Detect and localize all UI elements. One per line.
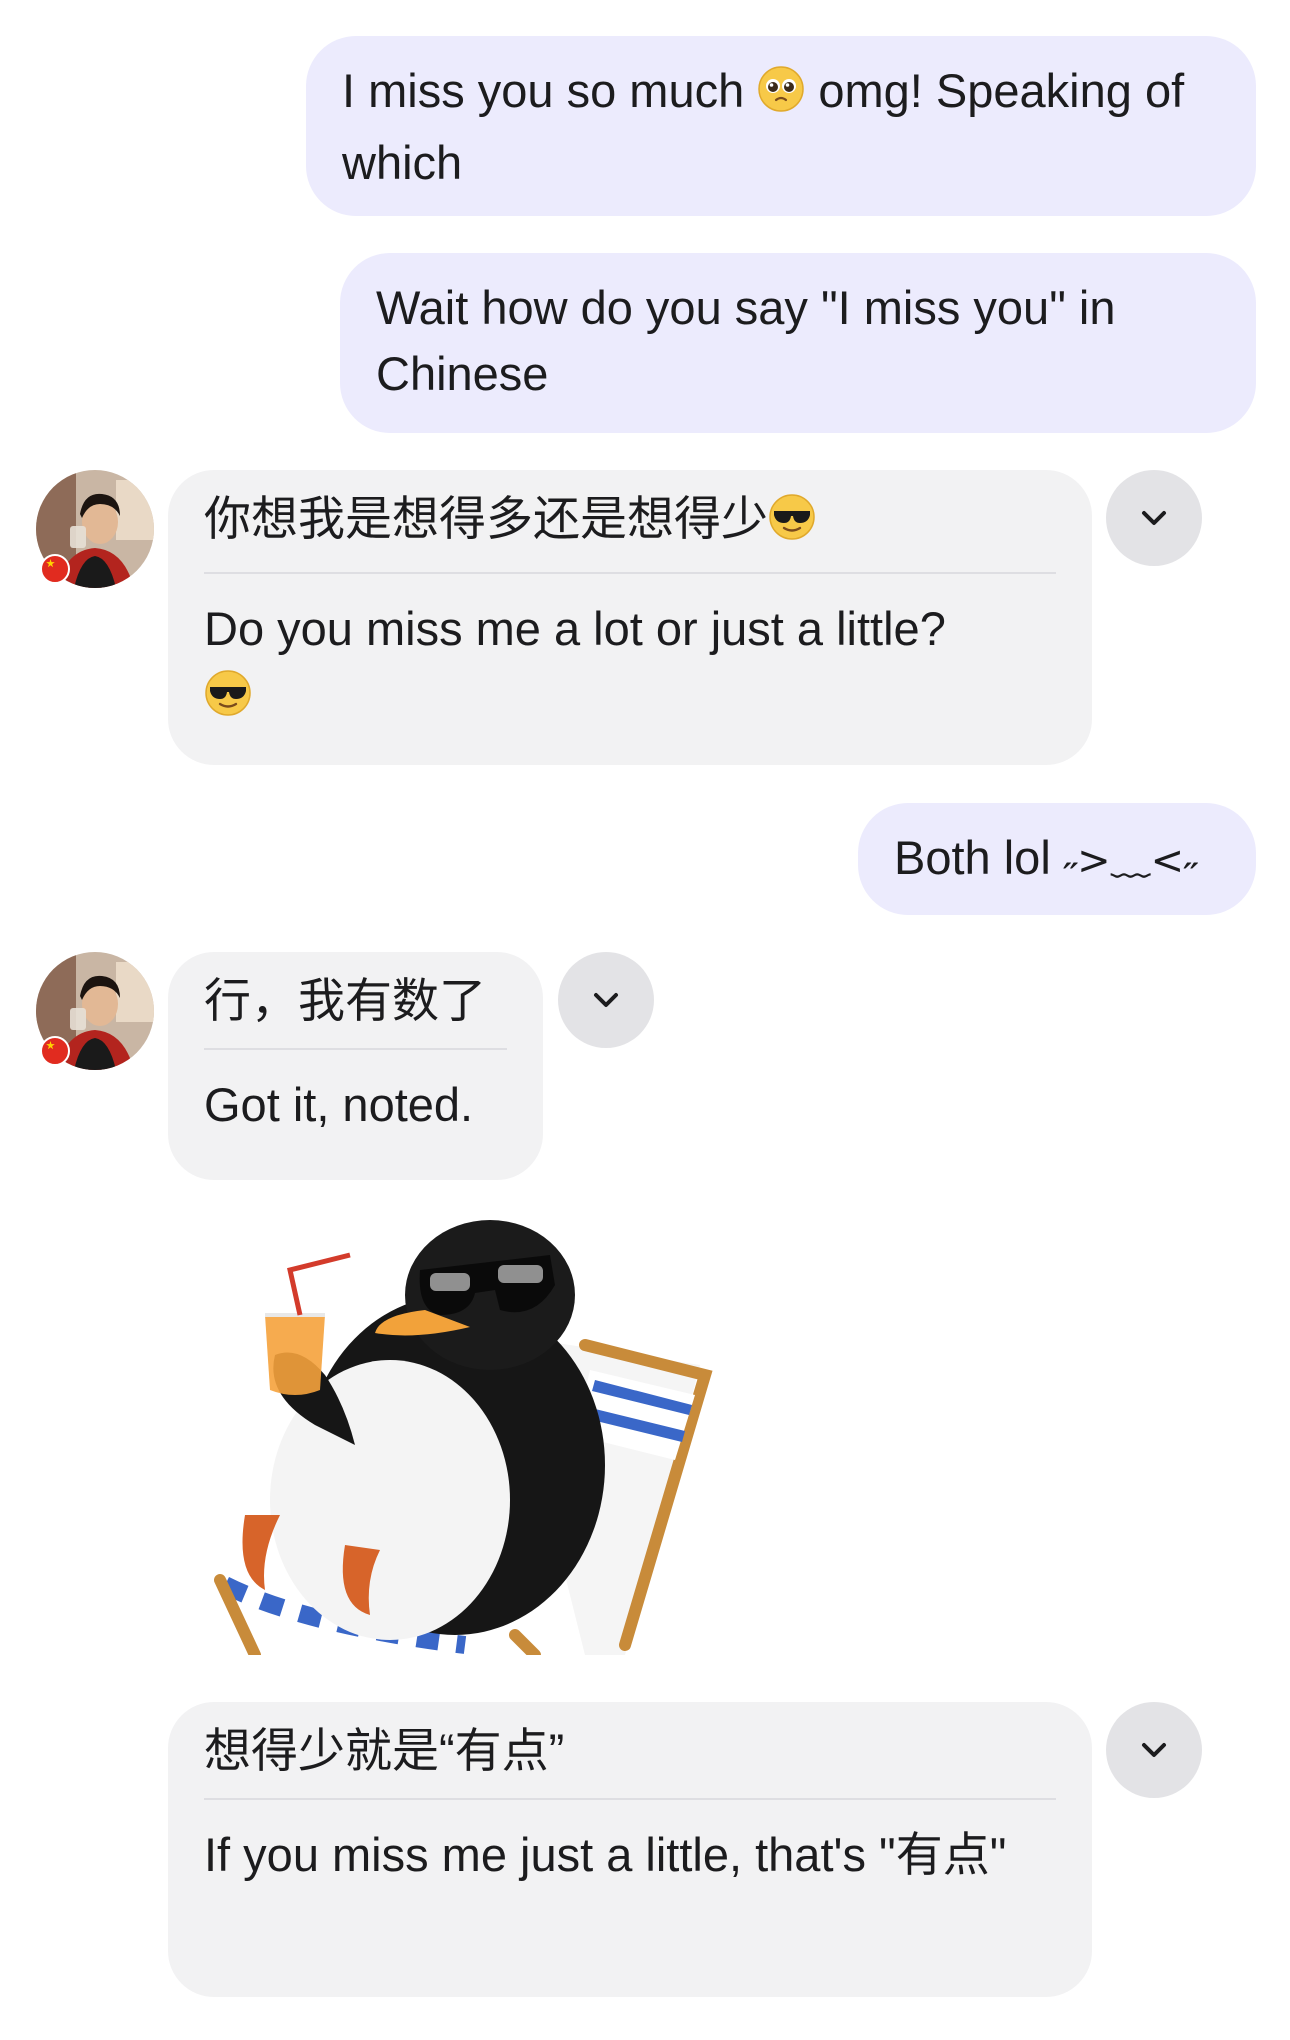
original-text-row: 你想我是想得多还是想得少 (204, 486, 1056, 574)
outgoing-message[interactable]: Both lol ˶>﹏<˶ (858, 803, 1256, 915)
chevron-down-icon (1142, 1743, 1166, 1757)
china-flag-icon (40, 1036, 70, 1066)
original-text: 行，我有数了 (204, 974, 486, 1027)
expand-translation-button[interactable] (558, 952, 654, 1048)
penguin-sticker[interactable] (205, 1215, 725, 1661)
sunglasses-face-emoji (204, 668, 252, 734)
incoming-message[interactable]: 行，我有数了 Got it, noted. (168, 952, 543, 1180)
contact-avatar[interactable] (36, 952, 154, 1070)
translation-row: Got it, noted. (204, 1072, 507, 1138)
chevron-down-icon (1142, 511, 1166, 525)
message-text: I miss you so much (342, 64, 758, 117)
original-text: 你想我是想得多还是想得少 (204, 492, 768, 545)
outgoing-message[interactable]: Wait how do you say "I miss you" in Chin… (340, 253, 1256, 433)
message-text: Both lol (894, 831, 1064, 884)
sunglasses-face-emoji (768, 492, 816, 558)
chat-thread: I miss you so much omg! Speaking of whic… (0, 0, 1290, 2040)
kaomoji: ˶>﹏<˶ (1063, 838, 1198, 884)
translation-text: Do you miss me a lot or just a little? (204, 602, 946, 655)
contact-avatar[interactable] (36, 470, 154, 588)
expand-translation-button[interactable] (1106, 470, 1202, 566)
original-text-row: 想得少就是“有点” (204, 1718, 1056, 1800)
translation-row: Do you miss me a lot or just a little? (204, 596, 1056, 734)
outgoing-message[interactable]: I miss you so much omg! Speaking of whic… (306, 36, 1256, 216)
expand-translation-button[interactable] (1106, 1702, 1202, 1798)
message-text: Wait how do you say "I miss you" in Chin… (376, 281, 1116, 400)
incoming-message[interactable]: 你想我是想得多还是想得少 Do you miss me a lot or jus… (168, 470, 1092, 765)
original-text-row: 行，我有数了 (204, 968, 507, 1050)
translation-text: If you miss me just a little, that's "有点… (204, 1828, 1007, 1881)
chevron-down-icon (594, 993, 618, 1007)
china-flag-icon (40, 554, 70, 584)
pleading-face-emoji (757, 64, 805, 130)
translation-row: If you miss me just a little, that's "有点… (204, 1822, 1056, 1888)
incoming-message[interactable]: 想得少就是“有点” If you miss me just a little, … (168, 1702, 1092, 1997)
original-text: 想得少就是“有点” (204, 1724, 565, 1777)
translation-text: Got it, noted. (204, 1078, 474, 1131)
